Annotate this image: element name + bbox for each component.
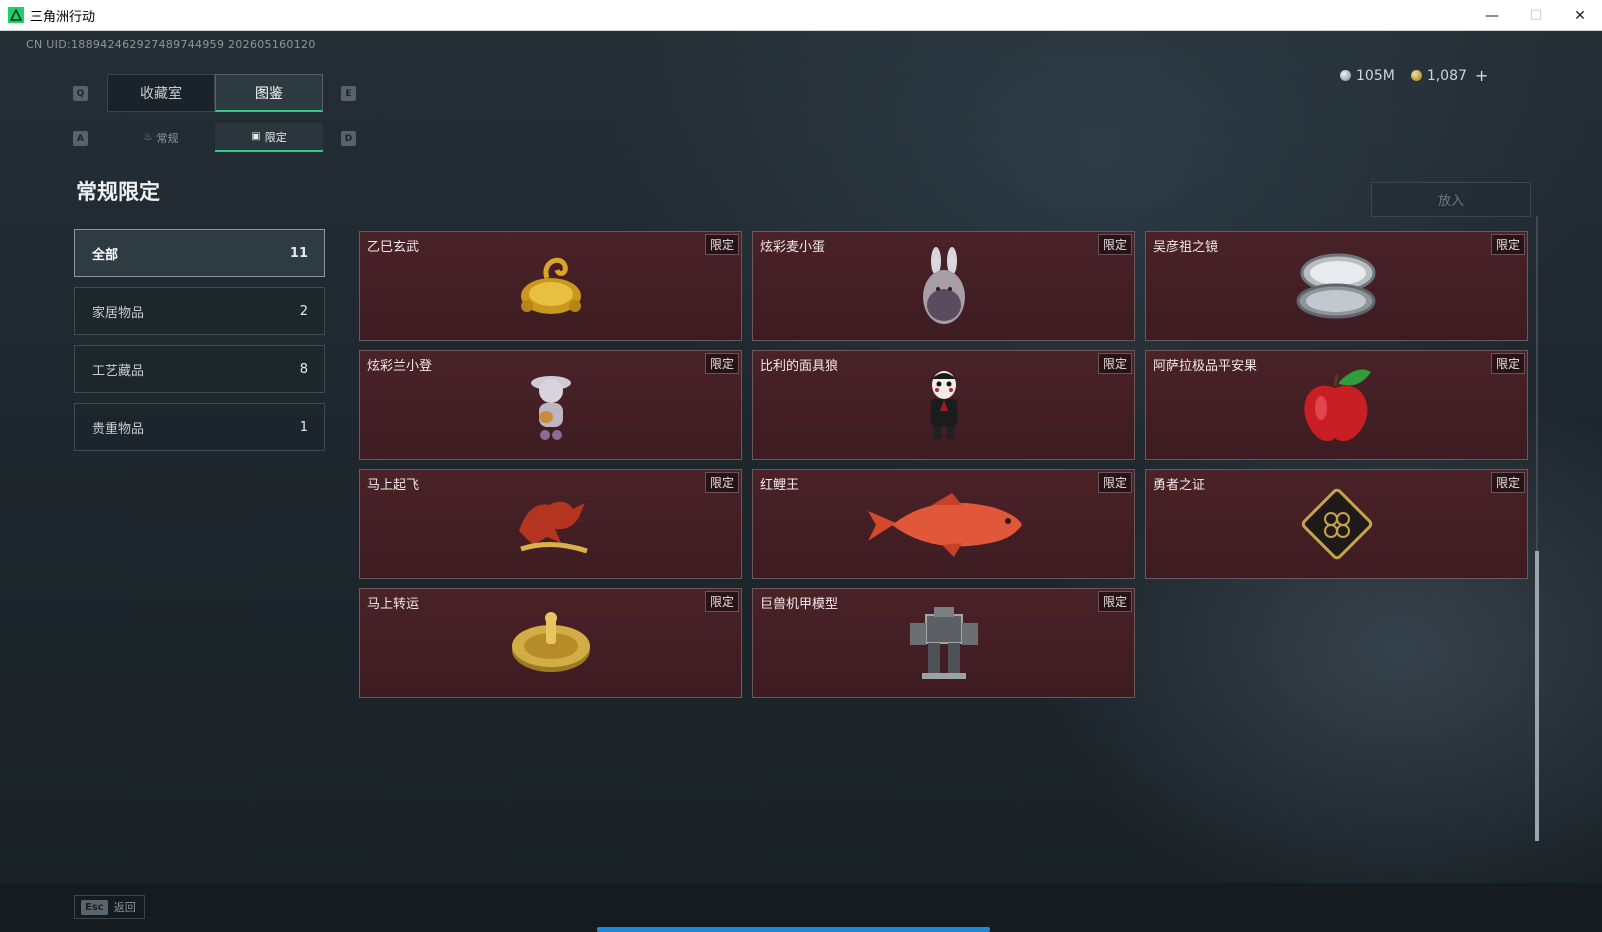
item-card[interactable]: 乙巳玄武 限定 xyxy=(359,231,742,341)
item-grid: 乙巳玄武 限定 炫彩麦小蛋 限定 吴彦祖之镜 限定 炫彩兰小登 限定 比利的面具… xyxy=(359,231,1528,698)
gold-currency: 1,087 xyxy=(1410,67,1467,84)
item-card[interactable]: 阿萨拉极品平安果 限定 xyxy=(1145,350,1528,460)
category-all[interactable]: 全部 11 xyxy=(74,229,325,277)
game-viewport: CN UID:18894246292748974495​9 2026051601… xyxy=(0,31,1602,932)
bunny-egg-icon xyxy=(919,245,969,331)
item-name: 吴彦祖之镜 xyxy=(1153,240,1219,255)
currency-bar: 105M 1,087 + xyxy=(1340,66,1488,85)
subtab-regular-label: 常规 xyxy=(156,131,179,145)
limited-badge: 限定 xyxy=(1490,472,1525,493)
tab-collection-room[interactable]: 收藏室 xyxy=(107,74,215,112)
close-button[interactable]: ✕ xyxy=(1558,0,1602,31)
item-name: 阿萨拉极品平安果 xyxy=(1153,359,1258,374)
gold-amount: 1,087 xyxy=(1426,67,1467,84)
flame-icon: ♨ xyxy=(143,132,153,143)
delta-force-logo-icon xyxy=(8,7,24,23)
minimize-button[interactable]: — xyxy=(1470,0,1514,31)
import-button[interactable]: 放入 xyxy=(1371,182,1531,217)
uid-label: CN UID:18894246292748974495​9 2026051601… xyxy=(26,38,316,51)
item-name: 炫彩麦小蛋 xyxy=(760,240,826,255)
red-apple-icon xyxy=(1299,364,1375,450)
subtab-regular[interactable]: ♨ 常规 xyxy=(107,123,215,152)
image-icon: ▣ xyxy=(251,131,261,142)
category-label: 工艺藏品 xyxy=(92,363,145,379)
subtab-limited[interactable]: ▣ 限定 xyxy=(215,123,323,152)
next-subtab-key[interactable]: D xyxy=(341,131,356,146)
item-card[interactable]: 比利的面具狼 限定 xyxy=(752,350,1135,460)
category-list: 全部 11 家居物品 2 工艺藏品 8 贵重物品 1 xyxy=(74,229,325,461)
limited-badge: 限定 xyxy=(704,472,739,493)
item-card[interactable]: 马上转运 限定 xyxy=(359,588,742,698)
limited-badge: 限定 xyxy=(1490,234,1525,255)
esc-key: Esc xyxy=(81,899,108,915)
item-card[interactable]: 马上起飞 限定 xyxy=(359,469,742,579)
category-count: 2 xyxy=(299,303,308,319)
item-name: 比利的面具狼 xyxy=(760,359,839,374)
main-tabs: 收藏室 图鉴 xyxy=(107,74,323,112)
category-home[interactable]: 家居物品 2 xyxy=(74,287,325,335)
prev-subtab-key[interactable]: A xyxy=(73,131,88,146)
item-name: 马上转运 xyxy=(367,597,420,612)
item-name: 乙巳玄武 xyxy=(367,240,420,255)
item-name: 勇者之证 xyxy=(1153,478,1206,493)
subtab-limited-label: 限定 xyxy=(264,130,287,144)
limited-badge: 限定 xyxy=(704,353,739,374)
category-valuables[interactable]: 贵重物品 1 xyxy=(74,403,325,451)
category-label: 全部 xyxy=(92,247,119,263)
guitar-figure-icon xyxy=(526,369,576,445)
gold-coin-icon xyxy=(1410,70,1422,81)
item-card[interactable]: 红鲤王 限定 xyxy=(752,469,1135,579)
limited-badge: 限定 xyxy=(1097,591,1132,612)
limited-badge: 限定 xyxy=(1490,353,1525,374)
item-card[interactable]: 吴彦祖之镜 限定 xyxy=(1145,231,1528,341)
limited-badge: 限定 xyxy=(1097,472,1132,493)
bottom-progress-bar xyxy=(597,927,990,932)
category-count: 11 xyxy=(289,245,308,261)
back-button[interactable]: Esc 返回 xyxy=(74,895,145,919)
section-title: 常规限定 xyxy=(76,180,160,204)
add-currency-button[interactable]: + xyxy=(1475,66,1488,85)
bottom-bar xyxy=(0,883,1602,932)
category-count: 1 xyxy=(299,419,308,435)
item-card[interactable]: 炫彩麦小蛋 限定 xyxy=(752,231,1135,341)
compact-mirror-icon xyxy=(1294,251,1380,325)
golden-dragon-turtle-icon xyxy=(511,248,591,328)
item-card[interactable]: 炫彩兰小登 限定 xyxy=(359,350,742,460)
sub-tabs: ♨ 常规 ▣ 限定 xyxy=(107,123,323,152)
medal-card-icon xyxy=(1296,483,1378,569)
limited-badge: 限定 xyxy=(1097,234,1132,255)
item-name: 炫彩兰小登 xyxy=(367,359,433,374)
red-carp-icon xyxy=(862,489,1026,563)
next-tab-key[interactable]: E xyxy=(341,86,356,101)
item-name: 马上起飞 xyxy=(367,478,420,493)
window-titlebar: 三角洲行动 — ☐ ✕ xyxy=(0,0,1602,31)
prev-tab-key[interactable]: Q xyxy=(73,86,88,101)
back-label: 返回 xyxy=(113,901,136,914)
category-label: 贵重物品 xyxy=(92,421,145,437)
item-card[interactable]: 巨兽机甲模型 限定 xyxy=(752,588,1135,698)
silver-currency: 105M xyxy=(1340,68,1395,84)
red-horse-icon xyxy=(509,491,593,561)
limited-badge: 限定 xyxy=(1097,353,1132,374)
category-craft[interactable]: 工艺藏品 8 xyxy=(74,345,325,393)
mech-model-icon xyxy=(904,603,984,687)
golden-wheel-icon xyxy=(509,610,593,680)
silver-amount: 105M xyxy=(1356,67,1395,84)
item-card[interactable]: 勇者之证 限定 xyxy=(1145,469,1528,579)
item-name: 红鲤王 xyxy=(760,478,800,493)
silver-coin-icon xyxy=(1340,70,1351,81)
maximize-button[interactable]: ☐ xyxy=(1514,0,1558,31)
item-name: 巨兽机甲模型 xyxy=(760,597,839,612)
category-label: 家居物品 xyxy=(92,305,145,321)
window-title: 三角洲行动 xyxy=(30,9,96,25)
category-count: 8 xyxy=(299,361,308,377)
limited-badge: 限定 xyxy=(704,591,739,612)
tab-codex[interactable]: 图鉴 xyxy=(215,74,323,112)
grid-scrollbar-thumb[interactable] xyxy=(1535,551,1539,841)
puppet-doll-icon xyxy=(922,369,966,445)
limited-badge: 限定 xyxy=(704,234,739,255)
